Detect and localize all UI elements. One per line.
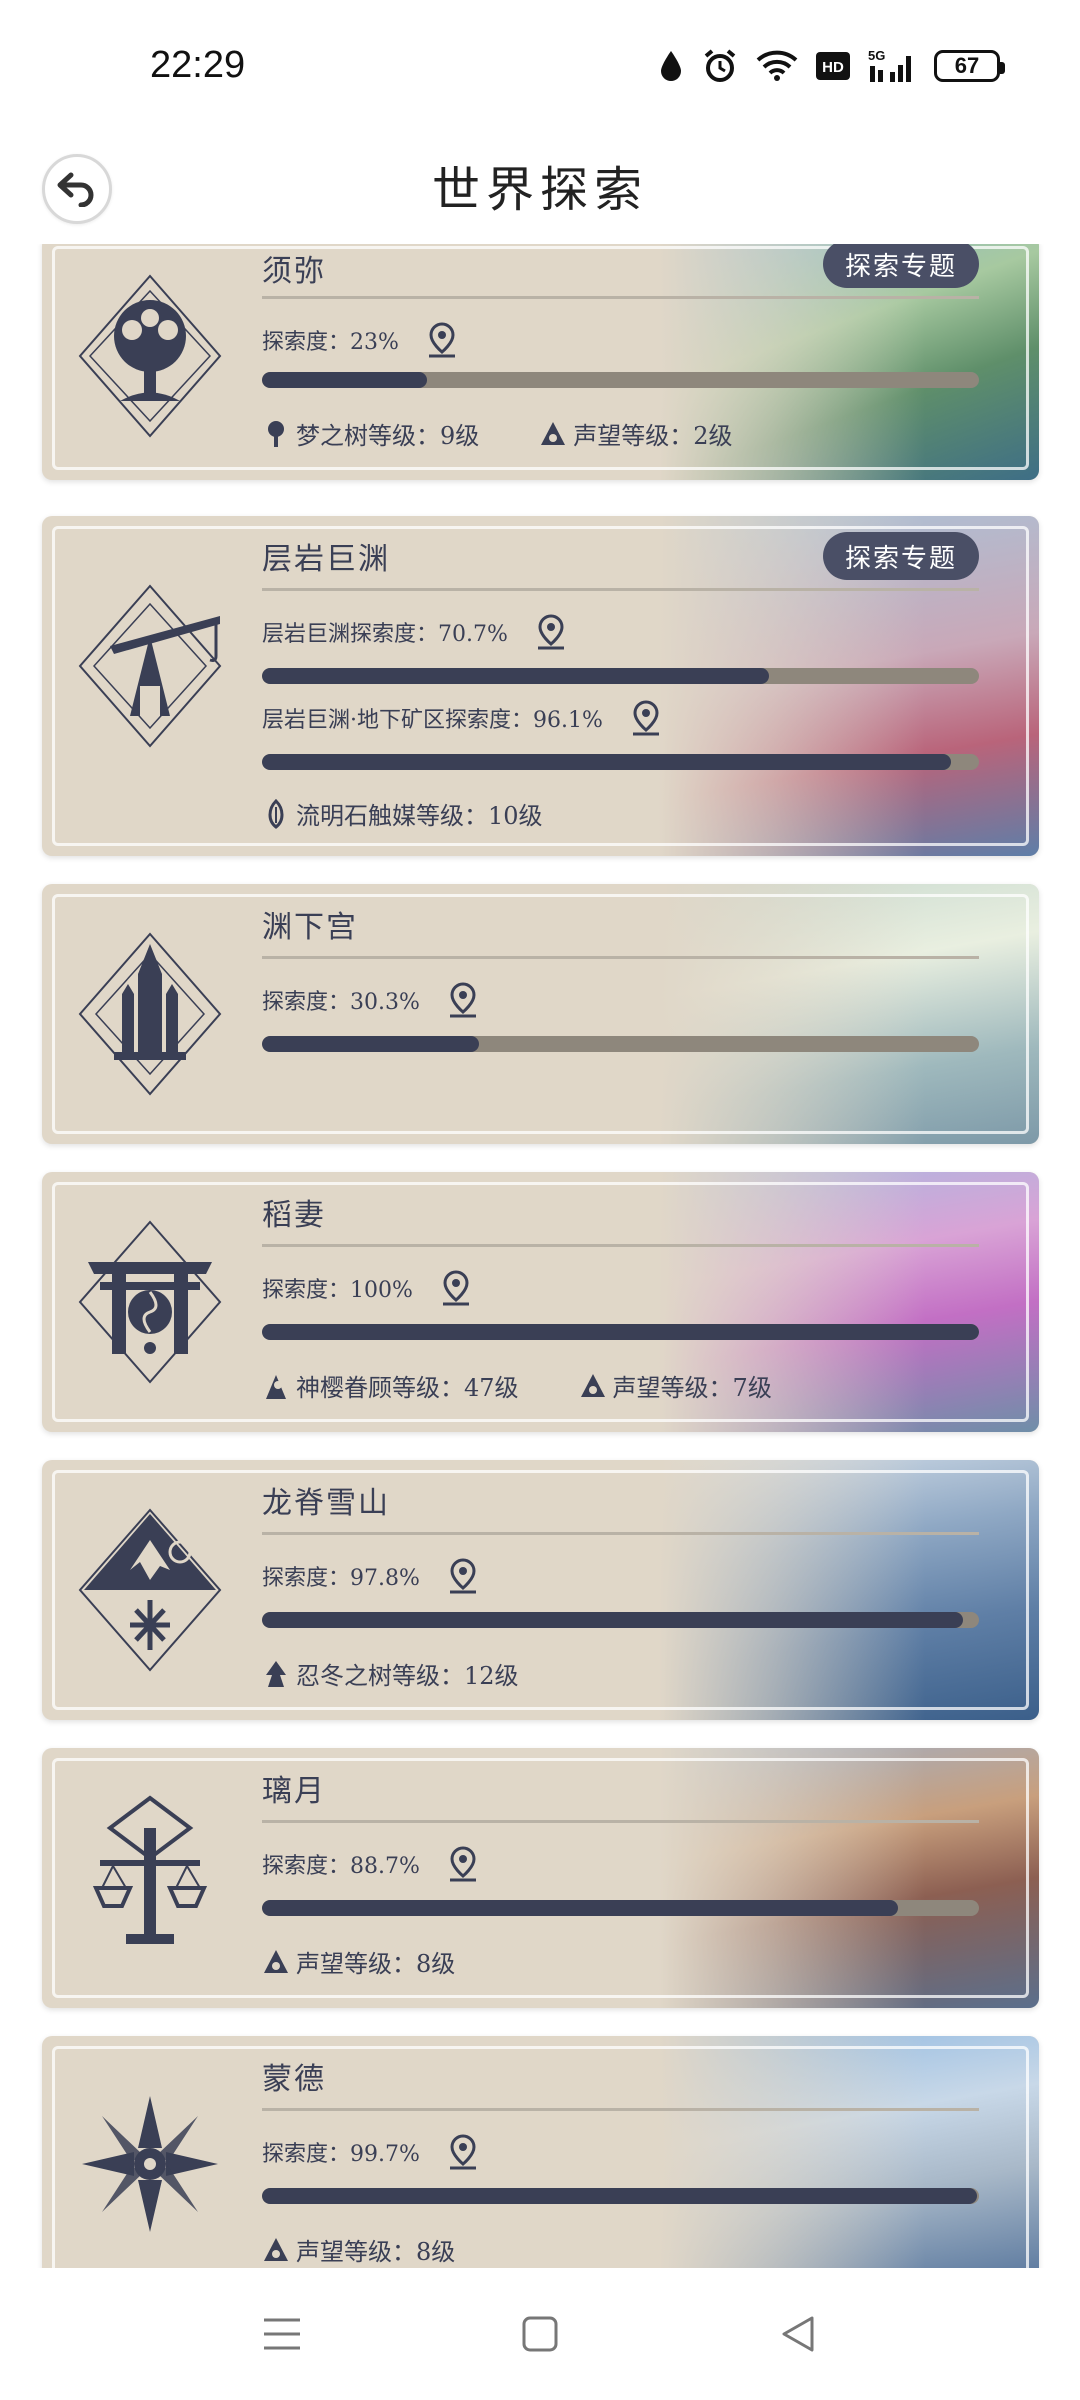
region-card-sumeru[interactable]: 须弥 探索专题 探索度：23% 梦之树等级：9级 声望等级：2级 — [42, 244, 1039, 480]
level-item: 声望等级：7级 — [579, 1368, 772, 1403]
level-row: 梦之树等级：9级 声望等级：2级 — [262, 416, 733, 451]
location-pin-icon[interactable] — [448, 1558, 478, 1594]
exploration-progress-fill — [262, 1900, 898, 1916]
topic-button[interactable]: 探索专题 — [822, 532, 979, 580]
region-name: 稻妻 — [262, 1198, 326, 1233]
exploration-progress-bar — [262, 1324, 979, 1340]
exploration-progress-bar — [262, 2188, 979, 2204]
region-card-dragonspine[interactable]: 龙脊雪山 探索度：97.8% 忍冬之树等级：12级 — [42, 1460, 1039, 1720]
page-header: 世界探索 — [0, 140, 1080, 244]
location-pin-icon[interactable] — [427, 322, 457, 358]
dragonspine-emblem-icon — [78, 1508, 222, 1672]
wifi-icon — [756, 50, 798, 81]
level-row: 声望等级：8级 — [262, 2232, 455, 2267]
region-card-liyue[interactable]: 璃月 探索度：88.7% 声望等级：8级 — [42, 1748, 1039, 2008]
level-row: 忍冬之树等级：12级 — [262, 1656, 519, 1691]
exploration-progress-fill — [262, 1036, 480, 1052]
sacred-sakura-icon — [266, 1374, 286, 1399]
system-nav-bar — [0, 2268, 1080, 2400]
svg-text:HD: HD — [822, 59, 844, 76]
reputation-icon — [264, 2237, 288, 2261]
page-title: 世界探索 — [431, 162, 648, 218]
menu-button[interactable] — [250, 2302, 314, 2366]
level-item: 梦之树等级：9级 — [262, 416, 479, 451]
level-row: 声望等级：8级 — [262, 1944, 455, 1979]
status-bar: 22:29 HD 5G 67 — [0, 0, 1080, 140]
reputation-icon — [580, 1373, 605, 1397]
drop-icon — [661, 51, 681, 81]
exploration-progress-bar — [262, 754, 979, 770]
exploration-stat: 探索度：30.3% — [262, 982, 478, 1018]
level-item: 忍冬之树等级：12级 — [262, 1656, 519, 1691]
topic-button[interactable]: 探索专题 — [822, 244, 979, 288]
signal-icon: 5G — [868, 48, 911, 82]
exploration-stat: 层岩巨渊·地下矿区探索度：96.1% — [262, 700, 661, 736]
region-name: 蒙德 — [262, 2062, 326, 2097]
reputation-icon — [541, 421, 566, 445]
battery-indicator: 67 — [934, 50, 1005, 82]
exploration-progress-fill — [262, 2188, 977, 2204]
region-card-mondstadt[interactable]: 蒙德 探索度：99.7% 声望等级：8级 — [42, 2036, 1039, 2268]
status-icons: HD 5G 67 — [658, 48, 1005, 84]
level-item: 流明石触媒等级：10级 — [262, 796, 543, 831]
hd-icon: HD — [816, 52, 850, 80]
exploration-progress-fill — [262, 668, 769, 684]
level-row: 神樱眷顾等级：47级 声望等级：7级 — [262, 1368, 772, 1403]
level-item: 声望等级：2级 — [539, 416, 733, 451]
exploration-progress-fill — [262, 1324, 979, 1340]
level-item: 神樱眷顾等级：47级 — [262, 1368, 519, 1403]
exploration-progress-fill — [262, 372, 427, 388]
region-name: 渊下宫 — [262, 910, 358, 945]
region-card-enkanomiya[interactable]: 渊下宫 探索度：30.3% — [42, 884, 1039, 1144]
inazuma-emblem-icon — [78, 1220, 222, 1384]
exploration-progress-fill — [262, 1612, 964, 1628]
exploration-stat: 层岩巨渊探索度：70.7% — [262, 614, 566, 650]
level-row: 流明石触媒等级：10级 — [262, 796, 543, 831]
home-button[interactable] — [508, 2302, 572, 2366]
exploration-stat: 探索度：97.8% — [262, 1558, 478, 1594]
mondstadt-emblem-icon — [82, 2096, 218, 2232]
status-time: 22:29 — [150, 44, 246, 86]
exploration-progress-bar — [262, 1900, 979, 1916]
chasm-emblem-icon — [78, 584, 222, 748]
dream-tree-icon — [268, 420, 284, 447]
frostbearing-tree-icon — [266, 1660, 286, 1687]
exploration-progress-bar — [262, 1036, 979, 1052]
sumeru-emblem-icon — [78, 274, 222, 438]
level-item: 声望等级：8级 — [262, 1944, 455, 1979]
exploration-stat: 探索度：99.7% — [262, 2134, 478, 2170]
exploration-progress-bar — [262, 372, 979, 388]
exploration-progress-bar — [262, 668, 979, 684]
region-card-inazuma[interactable]: 稻妻 探索度：100% 神樱眷顾等级：47级 声望等级：7级 — [42, 1172, 1039, 1432]
region-name: 层岩巨渊 — [262, 542, 390, 577]
exploration-progress-fill — [262, 754, 952, 770]
level-item: 声望等级：8级 — [262, 2232, 455, 2267]
alarm-icon — [704, 49, 736, 82]
svg-text:5G: 5G — [868, 48, 885, 63]
exploration-stat: 探索度：100% — [262, 1270, 471, 1306]
exploration-stat: 探索度：88.7% — [262, 1846, 478, 1882]
location-pin-icon[interactable] — [448, 982, 478, 1018]
exploration-label: 探索度：23% — [262, 330, 399, 355]
home-square-icon — [522, 2316, 558, 2352]
region-name: 璃月 — [262, 1774, 326, 1809]
back-triangle-icon — [782, 2316, 814, 2352]
lumenstone-icon — [268, 798, 284, 829]
location-pin-icon[interactable] — [631, 700, 661, 736]
location-pin-icon[interactable] — [448, 2134, 478, 2170]
back-nav-button[interactable] — [766, 2302, 830, 2366]
liyue-emblem-icon — [92, 1795, 208, 1944]
menu-icon — [264, 2318, 300, 2350]
region-card-chasm[interactable]: 层岩巨渊 探索专题 层岩巨渊探索度：70.7% 层岩巨渊·地下矿区探索度：96.… — [42, 516, 1039, 856]
location-pin-icon[interactable] — [441, 1270, 471, 1306]
region-name: 须弥 — [262, 254, 326, 289]
reputation-icon — [264, 1949, 288, 1973]
region-name: 龙脊雪山 — [262, 1486, 390, 1521]
location-pin-icon[interactable] — [536, 614, 566, 650]
exploration-stat: 探索度：23% — [262, 322, 457, 358]
region-list[interactable]: 须弥 探索专题 探索度：23% 梦之树等级：9级 声望等级：2级 层岩巨渊 探索… — [0, 244, 1080, 2268]
enkanomiya-emblem-icon — [78, 932, 222, 1096]
exploration-progress-bar — [262, 1612, 979, 1628]
location-pin-icon[interactable] — [448, 1846, 478, 1882]
